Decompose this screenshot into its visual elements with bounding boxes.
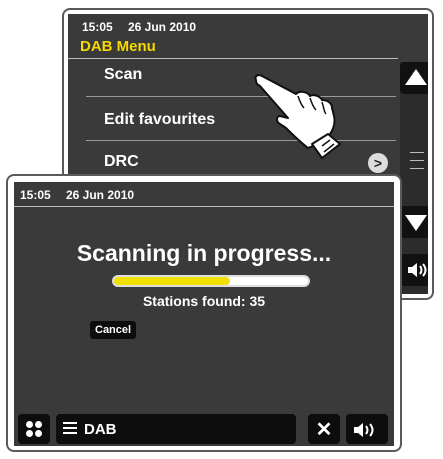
menu-item-drc[interactable]: DRC [104, 153, 139, 171]
title-divider [68, 58, 398, 59]
status-date: 26 Jun 2010 [128, 20, 197, 34]
menu-title: DAB Menu [80, 38, 156, 55]
stations-found-label: Stations found: 35 [142, 293, 266, 309]
status-bar: 15:05 26 Jun 2010 [14, 182, 394, 206]
scanning-screen: 15:05 26 Jun 2010 Scanning in progress..… [14, 182, 394, 446]
mode-label: DAB [84, 421, 117, 438]
scan-title: Scanning in progress... [76, 240, 332, 266]
status-divider [14, 206, 394, 207]
up-arrow-icon [405, 69, 427, 85]
close-icon: ✕ [315, 419, 333, 441]
cancel-button[interactable]: Cancel [90, 321, 137, 339]
chevron-right-icon[interactable]: > [368, 153, 388, 173]
volume-button[interactable] [400, 254, 428, 286]
volume-button[interactable] [346, 414, 388, 444]
status-date: 26 Jun 2010 [66, 188, 135, 202]
status-time: 15:05 [20, 188, 51, 202]
menu-icon [63, 422, 77, 437]
bottom-bar: DAB ✕ [14, 410, 394, 446]
volume-icon [408, 263, 427, 277]
menu-item-scan[interactable]: Scan [104, 66, 142, 84]
mode-menu-button[interactable]: DAB [56, 414, 296, 444]
scroll-up-button[interactable] [400, 62, 428, 94]
scan-progress-fill [114, 277, 231, 285]
pointing-hand-icon [254, 74, 341, 159]
close-button[interactable]: ✕ [308, 414, 340, 444]
volume-icon [354, 423, 374, 437]
menu-item-edit-favourites[interactable]: Edit favourites [104, 111, 215, 129]
down-arrow-icon [405, 215, 427, 231]
status-time: 15:05 [82, 20, 113, 34]
scroll-indicator-icon[interactable] [410, 152, 424, 176]
scan-progress-bar [112, 275, 310, 287]
home-grid-button[interactable] [18, 414, 50, 444]
status-bar: 15:05 26 Jun 2010 [68, 14, 428, 38]
grid-icon [26, 421, 42, 437]
scroll-down-button[interactable] [400, 206, 428, 238]
